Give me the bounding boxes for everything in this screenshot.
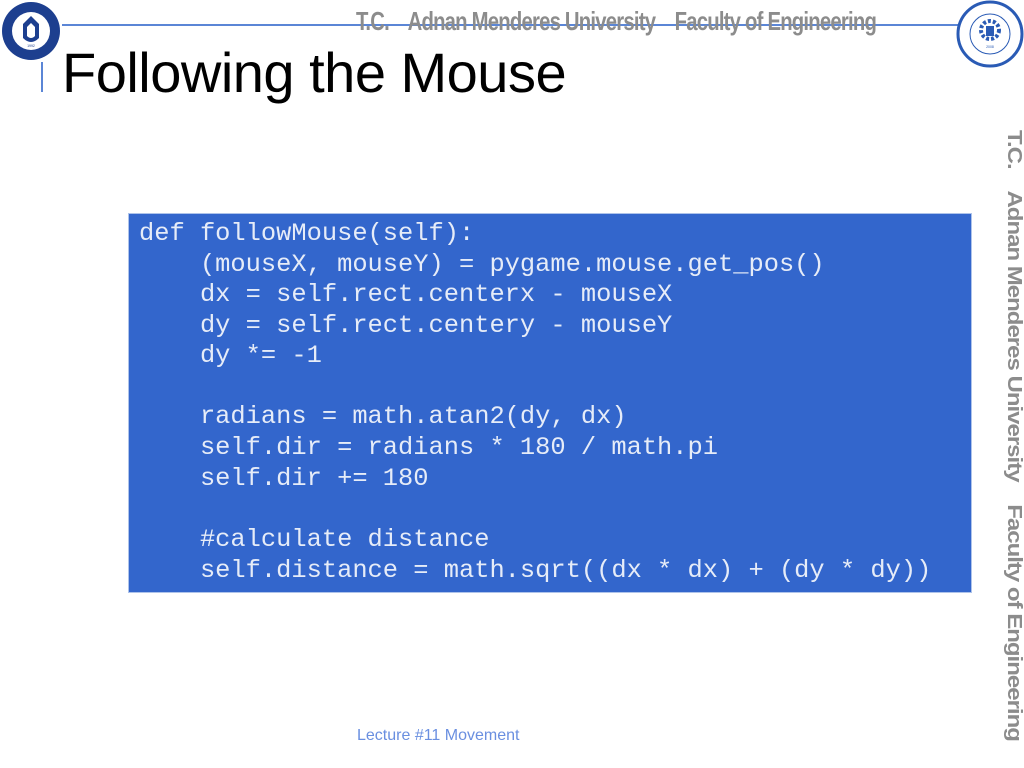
seal-year: 1992 [27, 44, 35, 48]
code-line: self.dir += 180 [139, 464, 429, 493]
institution-banner: T.C. Adnan Menderes University Faculty o… [356, 6, 877, 36]
institution-vertical-banner: T.C. Adnan Menderes University Faculty o… [1003, 130, 1024, 741]
page-title: Following the Mouse [62, 41, 567, 104]
code-line: self.distance = math.sqrt((dx * dx) + (d… [139, 556, 932, 585]
code-line: radians = math.atan2(dy, dx) [139, 402, 627, 431]
code-line: dy = self.rect.centery - mouseY [139, 311, 673, 340]
code-line: dy *= -1 [139, 341, 322, 370]
engineering-faculty-seal-icon: 2008 [956, 0, 1024, 68]
code-block: def followMouse(self): (mouseX, mouseY) … [128, 213, 972, 593]
university-seal-icon: 1992 [2, 2, 60, 60]
code-comment: #calculate distance [139, 525, 490, 554]
seal-year: 2008 [986, 45, 994, 49]
code-line: dx = self.rect.centerx - mouseX [139, 280, 673, 309]
code-line: self.dir = radians * 180 / math.pi [139, 433, 719, 462]
title-marker [41, 62, 43, 92]
code-line: def followMouse(self): [139, 219, 475, 248]
slide-footer: Lecture #11 Movement [357, 727, 520, 744]
code-line: (mouseX, mouseY) = pygame.mouse.get_pos(… [139, 250, 825, 279]
